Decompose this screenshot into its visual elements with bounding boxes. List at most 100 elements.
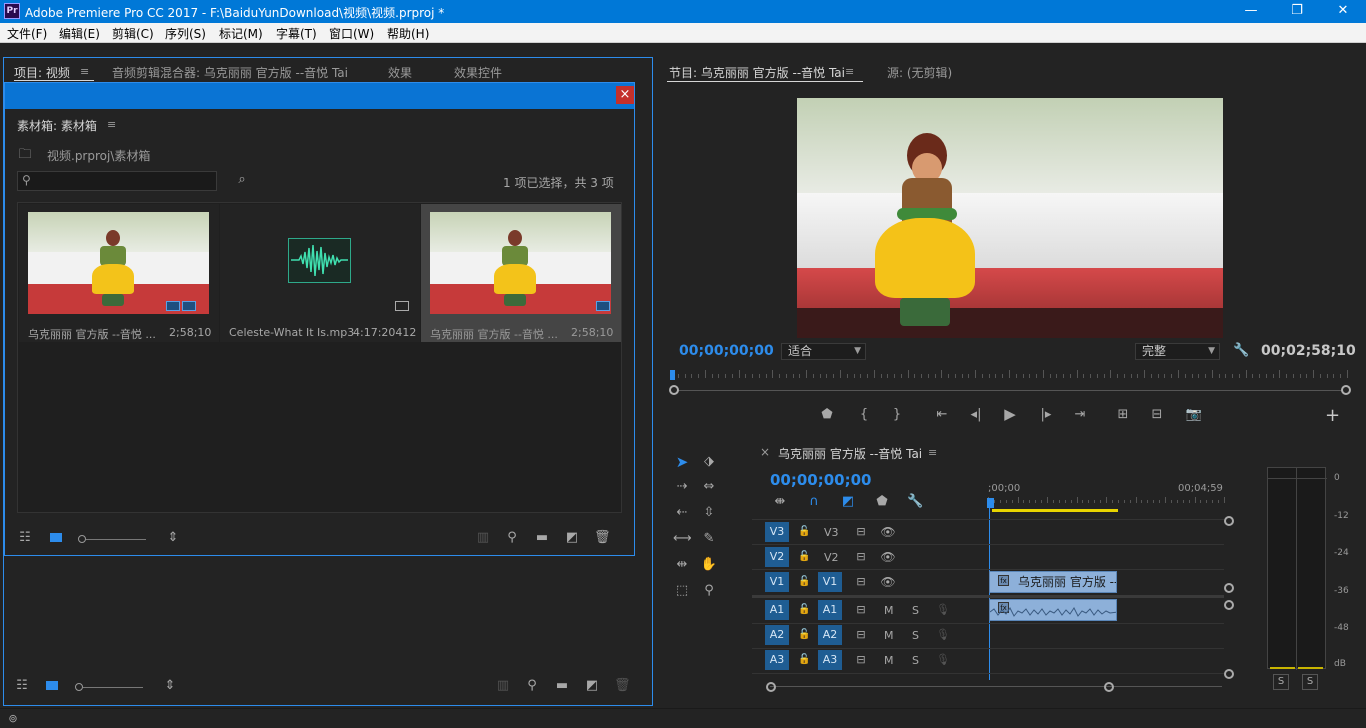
zoom-slider-handle[interactable] (75, 683, 83, 691)
find-icon[interactable]: ⚲ (524, 678, 540, 694)
timeline-horizontal-scrollbar[interactable] (770, 686, 1222, 687)
bin-item-audio[interactable]: Celeste-What It Is.mp3 4:17:20412 (220, 204, 420, 342)
a2-voiceover-mic-icon[interactable]: 🎙 (936, 627, 950, 643)
program-zoom-bar[interactable] (673, 390, 1347, 391)
bin-new-bin-icon[interactable]: ▬ (534, 530, 550, 546)
go-to-in-icon[interactable]: ⇤ (933, 407, 951, 423)
v2-eye-icon[interactable]: 👁 (880, 549, 896, 565)
new-item-icon[interactable]: ◩ (584, 678, 600, 694)
fit-select[interactable]: 适合 ▼ (781, 343, 866, 360)
zoom-bar-right-handle[interactable] (1341, 385, 1351, 395)
v1-eye-icon[interactable]: 👁 (880, 574, 896, 590)
menu-title[interactable]: 字幕(T) (276, 25, 317, 42)
pen-tool-icon[interactable]: ✎ (700, 531, 718, 547)
audio-scroll-bottom-handle[interactable] (1224, 669, 1234, 679)
video-scroll-bottom-handle[interactable] (1224, 583, 1234, 593)
a1-source-patch[interactable]: A1 (818, 600, 842, 620)
a3-mute-button[interactable]: M (884, 654, 894, 667)
v1-track-target[interactable]: V1 (765, 572, 789, 592)
snap-magnet-icon[interactable]: ∩ (806, 494, 822, 510)
creative-cloud-sync-icon[interactable]: ⊚ (6, 711, 20, 727)
hand-tool-icon[interactable]: ✋ (700, 557, 718, 573)
v1-video-clip[interactable]: fx 乌克丽丽 官方版 -- (989, 571, 1117, 593)
mark-in-icon[interactable]: { (856, 407, 872, 423)
sort-icon[interactable]: ⇕ (162, 678, 178, 694)
project-panel-menu-icon[interactable]: ≡ (80, 65, 89, 78)
a1-track-target[interactable]: A1 (765, 600, 789, 620)
tab-effect-controls[interactable]: 效果控件 (454, 64, 502, 81)
timeline-timecode[interactable]: 00;00;00;00 (770, 471, 872, 489)
slide-tool-icon[interactable]: ⇹ (673, 557, 691, 573)
zoom-tool-icon[interactable]: ⚲ (700, 583, 718, 599)
tab-effects[interactable]: 效果 (388, 64, 412, 81)
audio-scroll-top-handle[interactable] (1224, 600, 1234, 610)
add-marker-icon[interactable]: ⬟ (819, 407, 835, 423)
v2-sync-lock-icon[interactable]: ⊟ (854, 549, 868, 565)
rolling-edit-tool-icon[interactable]: ⇔ (700, 479, 718, 495)
selection-tool-icon[interactable]: ➤ (673, 454, 691, 470)
play-icon[interactable]: ▶ (1001, 406, 1019, 422)
razor-tool-icon[interactable]: ⇳ (700, 505, 718, 521)
menu-sequence[interactable]: 序列(S) (165, 25, 206, 42)
slip-tool-icon[interactable]: ⟷ (673, 531, 692, 547)
program-current-timecode[interactable]: 00;00;00;00 (679, 343, 774, 359)
a3-source-patch[interactable]: A3 (818, 650, 842, 670)
linked-selection-icon[interactable]: ◩ (840, 494, 856, 510)
close-window-button[interactable]: ✕ (1320, 0, 1366, 23)
bin-clear-icon[interactable]: 🗑 (594, 530, 611, 546)
bin-list-view-icon[interactable]: ☷ (17, 530, 33, 546)
meter-solo-right-button[interactable]: S (1302, 674, 1318, 690)
quality-select[interactable]: 完整 ▼ (1135, 343, 1220, 360)
settings-wrench-icon[interactable]: 🔧 (1233, 343, 1249, 359)
export-frame-camera-icon[interactable]: 📷 (1185, 407, 1203, 423)
program-time-ruler[interactable] (671, 370, 1348, 380)
menu-marker[interactable]: 标记(M) (219, 25, 263, 42)
find-in-bin-icon[interactable]: ⌕ (233, 172, 251, 188)
bin-up-folder-icon[interactable]: 🗀 (17, 147, 33, 163)
v1-sync-lock-icon[interactable]: ⊟ (854, 574, 868, 590)
list-view-icon[interactable]: ☷ (14, 678, 30, 694)
timeline-playhead-handle[interactable] (987, 498, 994, 508)
nest-icon[interactable]: ⇼ (772, 494, 788, 510)
menu-clip[interactable]: 剪辑(C) (112, 25, 154, 42)
v3-track-target[interactable]: V3 (765, 522, 789, 542)
restore-button[interactable]: ❐ (1274, 0, 1320, 23)
bin-window-titlebar[interactable] (5, 83, 634, 109)
a1-voiceover-mic-icon[interactable]: 🎙 (936, 602, 950, 618)
type-tool-icon[interactable]: ⬚ (673, 583, 691, 599)
menu-window[interactable]: 窗口(W) (329, 25, 374, 42)
menu-help[interactable]: 帮助(H) (387, 25, 429, 42)
a2-lock-icon[interactable]: 🔓 (798, 627, 810, 643)
a2-mute-button[interactable]: M (884, 629, 894, 642)
tab-source[interactable]: 源: (无剪辑) (887, 64, 952, 81)
tab-audio-clip-mixer[interactable]: 音频剪辑混合器: 乌克丽丽 官方版 --音悦 Tai (112, 64, 348, 81)
step-back-icon[interactable]: ◂| (967, 407, 985, 423)
step-forward-icon[interactable]: |▸ (1037, 407, 1055, 423)
program-video-frame[interactable] (797, 98, 1223, 338)
a1-sync-lock-icon[interactable]: ⊟ (854, 602, 868, 618)
a2-sync-lock-icon[interactable]: ⊟ (854, 627, 868, 643)
minimize-button[interactable]: — (1228, 0, 1274, 23)
a3-solo-button[interactable]: S (912, 654, 919, 667)
tab-program[interactable]: 节目: 乌克丽丽 官方版 --音悦 Tai (669, 64, 845, 81)
bin-search-field[interactable]: ⚲ (17, 171, 217, 191)
zoom-slider-track[interactable] (83, 687, 143, 688)
a3-sync-lock-icon[interactable]: ⊟ (854, 652, 868, 668)
a1-solo-button[interactable]: S (912, 604, 919, 617)
timeline-menu-icon[interactable]: ≡ (928, 446, 937, 459)
close-sequence-button[interactable]: × (760, 445, 770, 459)
lift-icon[interactable]: ⊞ (1113, 407, 1133, 423)
rate-stretch-tool-icon[interactable]: ⇠ (673, 505, 691, 521)
timeline-sequence-tab[interactable]: 乌克丽丽 官方版 --音悦 Tai (778, 445, 922, 462)
video-scroll-top-handle[interactable] (1224, 516, 1234, 526)
work-area-bar[interactable] (992, 509, 1118, 512)
v3-lock-icon[interactable]: 🔓 (798, 524, 810, 540)
a2-source-patch[interactable]: A2 (818, 625, 842, 645)
a1-lock-icon[interactable]: 🔓 (798, 602, 810, 618)
bin-find-icon[interactable]: ⚲ (504, 530, 520, 546)
a2-solo-button[interactable]: S (912, 629, 919, 642)
extract-icon[interactable]: ⊟ (1147, 407, 1167, 423)
add-marker-timeline-icon[interactable]: ⬟ (874, 494, 890, 510)
a3-lock-icon[interactable]: 🔓 (798, 652, 810, 668)
bin-new-item-icon[interactable]: ◩ (564, 530, 580, 546)
